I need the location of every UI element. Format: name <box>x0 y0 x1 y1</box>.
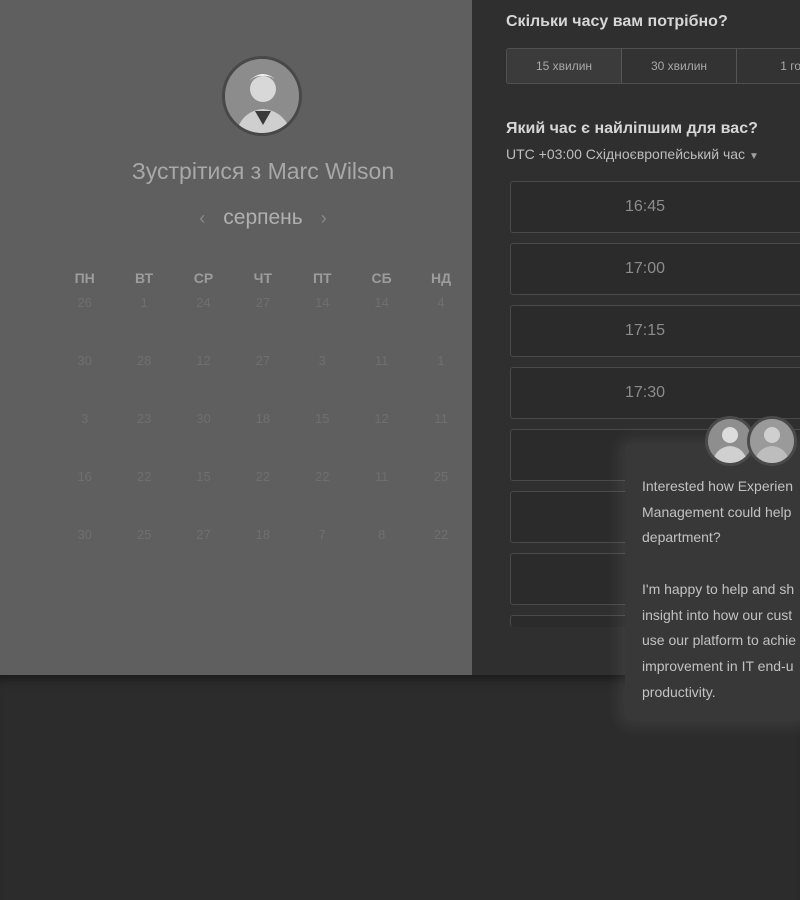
calendar-day[interactable]: 18 <box>233 411 292 469</box>
calendar-week: 3 23 30 18 15 12 11 <box>55 411 471 469</box>
weekday-label: ПТ <box>312 270 332 286</box>
time-question: Який час є найліпшим для вас? <box>506 120 758 137</box>
calendar-week: 30 25 27 18 7 8 22 <box>55 527 471 585</box>
calendar-grid: 26 1 24 27 14 14 4 30 28 12 27 3 11 1 3 … <box>55 295 471 585</box>
calendar-day[interactable]: 23 <box>114 411 173 469</box>
calendar-day[interactable]: 3 <box>293 353 352 411</box>
calendar-day[interactable]: 16 <box>55 469 114 527</box>
calendar-day[interactable]: 22 <box>411 527 470 585</box>
weekday-header: ПН ВТ СР ЧТ ПТ СБ НД <box>55 270 471 286</box>
weekday-label: ПН <box>74 270 95 286</box>
duration-option-15[interactable]: 15 хвилин <box>507 49 622 83</box>
calendar-week: 16 22 15 22 22 11 25 <box>55 469 471 527</box>
host-avatar <box>222 56 302 136</box>
calendar-day[interactable]: 1 <box>114 295 173 353</box>
time-slot-label: 17:15 <box>624 322 666 339</box>
weekday-label: ВТ <box>135 270 154 286</box>
calendar-day[interactable]: 12 <box>352 411 411 469</box>
time-slot-label: 17:00 <box>624 260 666 277</box>
calendar-day[interactable]: 11 <box>352 469 411 527</box>
calendar-day[interactable]: 7 <box>293 527 352 585</box>
duration-question: Скільки часу вам потрібно? <box>506 13 728 30</box>
time-slot[interactable]: 17:15 <box>510 305 800 357</box>
weekday-label: СР <box>193 270 214 286</box>
weekday-label: НД <box>430 270 452 286</box>
calendar-day[interactable]: 26 <box>55 295 114 353</box>
weekday-label: СБ <box>371 270 392 286</box>
timezone-label: UTC +03:00 Східноєвропейський час <box>506 146 746 162</box>
calendar-day[interactable]: 14 <box>293 295 352 353</box>
calendar-day[interactable]: 30 <box>55 353 114 411</box>
chevron-left-icon[interactable]: ‹ <box>199 208 205 228</box>
duration-option-60[interactable]: 1 год <box>737 49 800 83</box>
calendar-day[interactable]: 22 <box>233 469 292 527</box>
calendar-day[interactable]: 8 <box>352 527 411 585</box>
chat-message: Interested how Experien Management could… <box>642 478 797 700</box>
calendar-day[interactable]: 25 <box>411 469 470 527</box>
caret-down-icon: ▼ <box>749 151 759 162</box>
month-label: серпень <box>223 206 303 229</box>
calendar-day[interactable]: 11 <box>352 353 411 411</box>
time-slot[interactable]: 17:30 <box>510 367 800 419</box>
calendar-day[interactable]: 11 <box>411 411 470 469</box>
calendar-day[interactable]: 22 <box>114 469 173 527</box>
calendar-day[interactable]: 27 <box>233 295 292 353</box>
calendar-day[interactable]: 4 <box>411 295 470 353</box>
calendar-week: 30 28 12 27 3 11 1 <box>55 353 471 411</box>
chevron-right-icon[interactable]: › <box>321 208 327 228</box>
calendar-day[interactable]: 3 <box>55 411 114 469</box>
calendar-day[interactable]: 27 <box>174 527 233 585</box>
month-navigation: ‹ серпень › <box>0 206 526 230</box>
calendar-day[interactable]: 15 <box>174 469 233 527</box>
calendar-day[interactable]: 1 <box>411 353 470 411</box>
calendar-day[interactable]: 24 <box>174 295 233 353</box>
duration-selector: 15 хвилин 30 хвилин 1 год <box>506 48 800 84</box>
time-slot[interactable]: 16:45 <box>510 181 800 233</box>
calendar-day[interactable]: 12 <box>174 353 233 411</box>
calendar-day[interactable]: 27 <box>233 353 292 411</box>
chat-agent-avatar <box>747 416 797 466</box>
calendar-day[interactable]: 22 <box>293 469 352 527</box>
calendar-week: 26 1 24 27 14 14 4 <box>55 295 471 353</box>
calendar-day[interactable]: 14 <box>352 295 411 353</box>
weekday-label: ЧТ <box>253 270 273 286</box>
calendar-day[interactable]: 25 <box>114 527 173 585</box>
calendar-day[interactable]: 30 <box>174 411 233 469</box>
calendar-day[interactable]: 18 <box>233 527 292 585</box>
calendar-day[interactable]: 15 <box>293 411 352 469</box>
calendar-day[interactable]: 28 <box>114 353 173 411</box>
time-slot-label: 17:30 <box>624 384 666 401</box>
duration-option-30[interactable]: 30 хвилин <box>622 49 737 83</box>
page-title: Зустрітися з Marc Wilson <box>131 158 395 184</box>
person-icon <box>750 419 794 463</box>
calendar-day[interactable]: 30 <box>55 527 114 585</box>
time-slot[interactable]: 17:00 <box>510 243 800 295</box>
person-icon <box>708 419 752 463</box>
timezone-selector[interactable]: UTC +03:00 Східноєвропейський час ▼ <box>506 146 759 162</box>
time-slot-label: 16:45 <box>624 198 666 215</box>
